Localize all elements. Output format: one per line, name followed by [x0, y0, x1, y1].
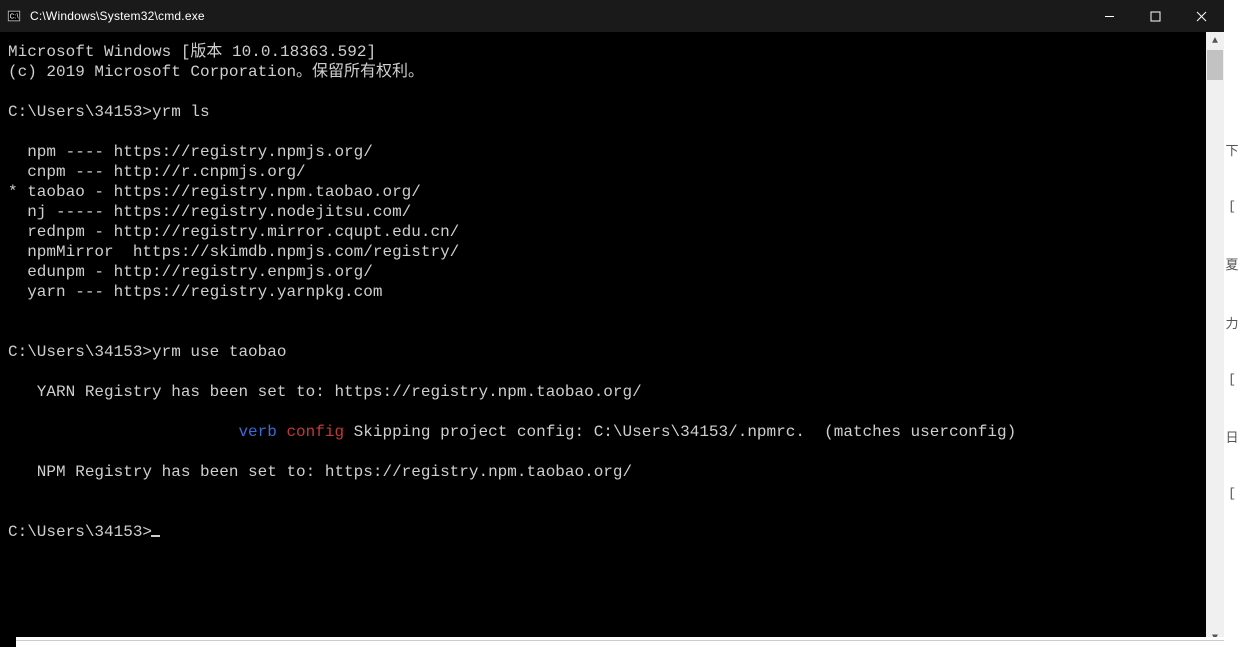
- cmd-window: C:\ C:\Windows\System32\cmd.exe Microsof…: [0, 0, 1224, 647]
- maximize-button[interactable]: [1132, 0, 1178, 32]
- side-char: 夏: [1224, 254, 1240, 273]
- cursor: [151, 535, 160, 537]
- side-char: [: [1224, 486, 1240, 501]
- window-title: C:\Windows\System32\cmd.exe: [28, 9, 1086, 23]
- side-char: 日: [1224, 427, 1240, 446]
- close-button[interactable]: [1178, 0, 1224, 32]
- svg-text:C:\: C:\: [10, 14, 19, 21]
- side-gutter: 下 [ 夏力 [ 日 [: [1224, 0, 1240, 647]
- cmd-icon: C:\: [0, 9, 28, 23]
- side-char: 下: [1224, 140, 1240, 159]
- scroll-up-icon[interactable]: ▲: [1206, 32, 1224, 50]
- titlebar[interactable]: C:\ C:\Windows\System32\cmd.exe: [0, 0, 1224, 32]
- scroll-track[interactable]: [1206, 50, 1224, 629]
- side-char: [: [1224, 199, 1240, 214]
- scrollbar[interactable]: ▲ ▼: [1206, 32, 1224, 647]
- bottom-white: [16, 637, 1224, 647]
- side-char: 力: [1224, 313, 1240, 332]
- terminal-output[interactable]: Microsoft Windows [版本 10.0.18363.592] (c…: [0, 32, 1206, 647]
- side-char: [: [1224, 372, 1240, 387]
- minimize-button[interactable]: [1086, 0, 1132, 32]
- scroll-thumb[interactable]: [1207, 50, 1223, 80]
